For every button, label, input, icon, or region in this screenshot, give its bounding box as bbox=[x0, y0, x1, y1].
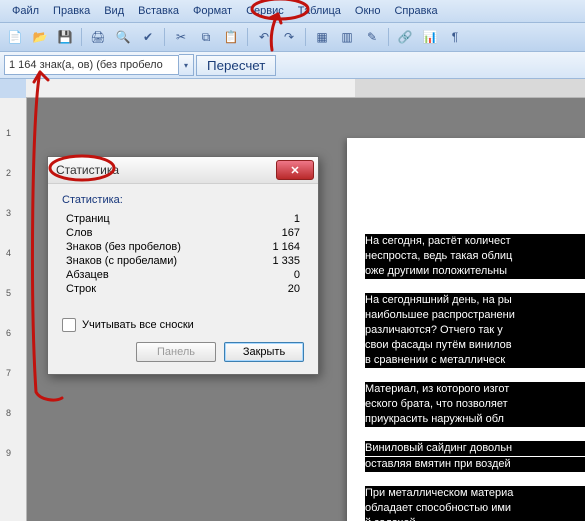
columns-icon[interactable]: ▥ bbox=[336, 26, 358, 48]
stat-row-pages: Страниц1 bbox=[62, 212, 304, 226]
recalc-button[interactable]: Пересчет bbox=[196, 55, 276, 76]
menu-window[interactable]: Окно bbox=[349, 3, 387, 19]
dialog-title: Статистика bbox=[56, 163, 276, 177]
word-app-window: Файл Правка Вид Вставка Формат Сервис Та… bbox=[0, 0, 585, 521]
menu-format[interactable]: Формат bbox=[187, 3, 238, 19]
menu-service[interactable]: Сервис bbox=[240, 3, 290, 19]
stat-row-lines: Строк20 bbox=[62, 282, 304, 296]
dialog-heading: Статистика: bbox=[62, 194, 304, 206]
link-icon[interactable]: 🔗 bbox=[394, 26, 416, 48]
undo-icon[interactable]: ↶ bbox=[253, 26, 275, 48]
menubar: Файл Правка Вид Вставка Формат Сервис Та… bbox=[0, 0, 585, 23]
separator bbox=[305, 28, 306, 46]
stat-row-chars-space: Знаков (с пробелами)1 335 bbox=[62, 254, 304, 268]
paragraph-2[interactable]: На сегодняшний день, на ры наибольшее ра… bbox=[365, 293, 585, 368]
separator bbox=[81, 28, 82, 46]
footnotes-checkbox-row[interactable]: Учитывать все сноски bbox=[62, 318, 304, 332]
menu-insert[interactable]: Вставка bbox=[132, 3, 185, 19]
ruler-vertical[interactable]: 1 2 3 4 5 6 7 8 9 bbox=[0, 98, 27, 521]
stat-row-paragraphs: Абзацев0 bbox=[62, 268, 304, 282]
menu-file[interactable]: Файл bbox=[6, 3, 45, 19]
paragraph-3[interactable]: Материал, из которого изгот еского брата… bbox=[365, 382, 585, 427]
copy-icon[interactable]: ⧉ bbox=[195, 26, 217, 48]
menu-view[interactable]: Вид bbox=[98, 3, 130, 19]
spellcheck-icon[interactable]: ✔ bbox=[137, 26, 159, 48]
panel-button: Панель bbox=[136, 342, 216, 362]
cut-icon[interactable]: ✂ bbox=[170, 26, 192, 48]
open-icon[interactable]: 📂 bbox=[29, 26, 51, 48]
new-doc-icon[interactable]: 📄 bbox=[4, 26, 26, 48]
paste-icon[interactable]: 📋 bbox=[220, 26, 242, 48]
toolbar: 📄 📂 💾 🖨 🔍 ✔ ✂ ⧉ 📋 ↶ ↷ ▦ ▥ ✎ 🔗 📊 ¶ bbox=[0, 23, 585, 52]
redo-icon[interactable]: ↷ bbox=[278, 26, 300, 48]
chart-icon[interactable]: 📊 bbox=[419, 26, 441, 48]
footnotes-label: Учитывать все сноски bbox=[82, 319, 194, 331]
stat-row-chars-nospace: Знаков (без пробелов)1 164 bbox=[62, 240, 304, 254]
close-icon[interactable]: ✕ bbox=[276, 160, 314, 180]
paragraph-1[interactable]: На сегодня, растёт количест неспроста, в… bbox=[365, 234, 585, 279]
menu-edit[interactable]: Правка bbox=[47, 3, 96, 19]
separator bbox=[247, 28, 248, 46]
paragraph-4[interactable]: Виниловый сайдинг довольн оставляя вмяти… bbox=[365, 441, 585, 472]
save-icon[interactable]: 💾 bbox=[54, 26, 76, 48]
paragraph-icon[interactable]: ¶ bbox=[444, 26, 466, 48]
separator bbox=[388, 28, 389, 46]
preview-icon[interactable]: 🔍 bbox=[112, 26, 134, 48]
menu-help[interactable]: Справка bbox=[388, 3, 443, 19]
table-icon[interactable]: ▦ bbox=[311, 26, 333, 48]
checkbox-icon[interactable] bbox=[62, 318, 76, 332]
drawing-icon[interactable]: ✎ bbox=[361, 26, 383, 48]
close-button[interactable]: Закрыть bbox=[224, 342, 304, 362]
menu-table[interactable]: Таблица bbox=[292, 3, 347, 19]
wordcount-bar: 1 164 знак(а, ов) (без пробело ▾ Пересче… bbox=[0, 52, 585, 79]
separator bbox=[164, 28, 165, 46]
statistics-dialog: Статистика ✕ Статистика: Страниц1 Слов16… bbox=[47, 156, 319, 375]
stat-row-words: Слов167 bbox=[62, 226, 304, 240]
paragraph-5[interactable]: При металлическом материа обладает спосо… bbox=[365, 486, 585, 521]
ruler-horizontal[interactable] bbox=[26, 79, 585, 98]
wordcount-dropdown[interactable]: ▾ bbox=[179, 54, 194, 76]
wordcount-display[interactable]: 1 164 знак(а, ов) (без пробело bbox=[4, 55, 179, 75]
page: На сегодня, растёт количест неспроста, в… bbox=[347, 138, 585, 521]
print-icon[interactable]: 🖨 bbox=[87, 26, 109, 48]
dialog-titlebar[interactable]: Статистика ✕ bbox=[48, 157, 318, 184]
